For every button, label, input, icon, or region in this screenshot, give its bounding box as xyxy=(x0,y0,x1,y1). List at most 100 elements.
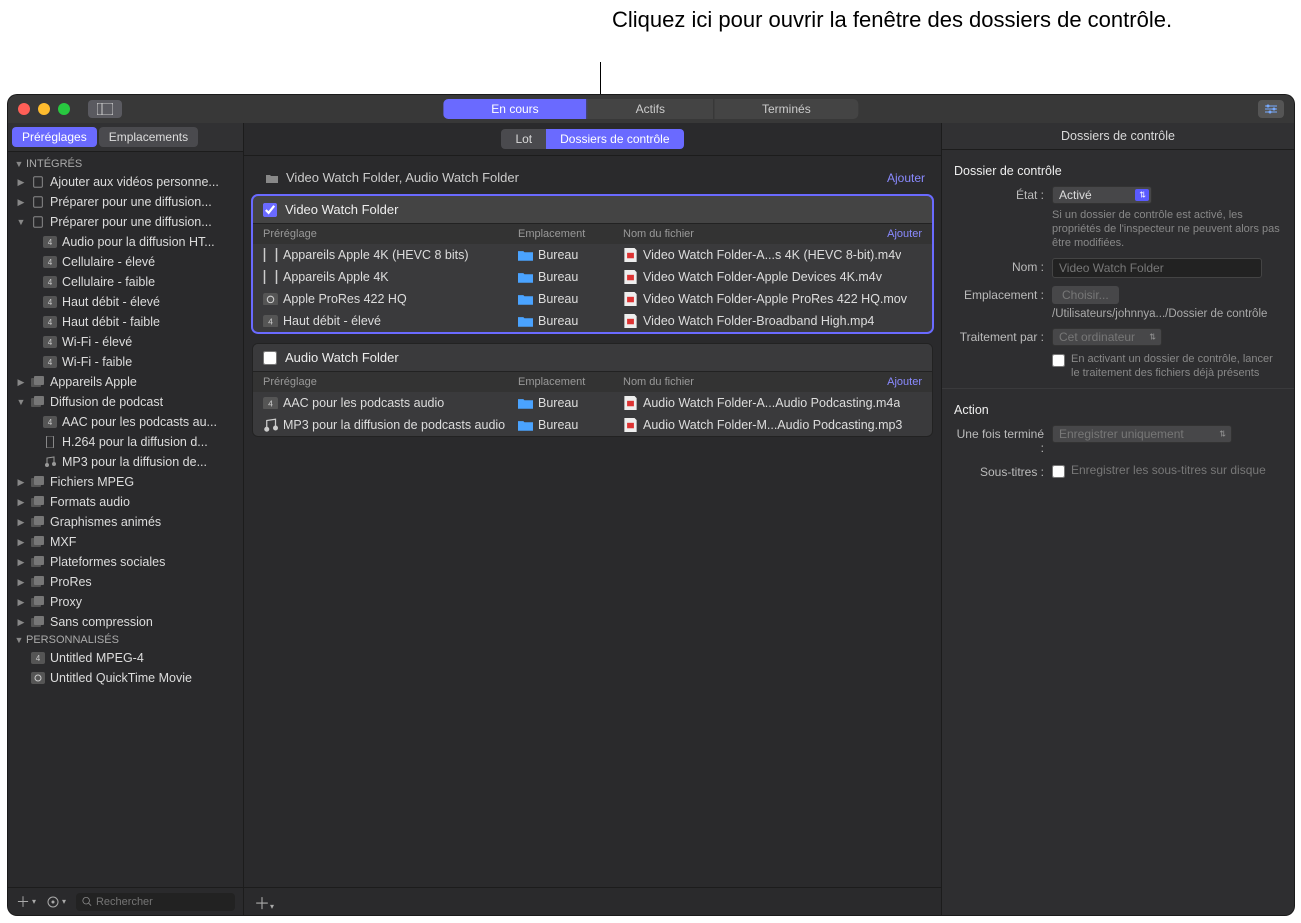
preset-row[interactable]: 4Audio pour la diffusion HT... xyxy=(8,232,243,252)
filename-cell: Audio Watch Folder-M...Audio Podcasting.… xyxy=(643,418,902,432)
close-button[interactable] xyxy=(18,103,30,115)
preset-row[interactable]: ▶Ajouter aux vidéos personne... xyxy=(8,172,243,192)
choose-button[interactable]: Choisir... xyxy=(1052,286,1119,304)
preset-label: MP3 pour la diffusion de... xyxy=(62,455,207,469)
table-row[interactable]: MP3 pour la diffusion de podcasts audioB… xyxy=(253,414,932,436)
folder-icon xyxy=(518,293,533,306)
tab-encours[interactable]: En cours xyxy=(443,99,587,119)
preset-row[interactable]: ▶Sans compression xyxy=(8,612,243,632)
preset-row[interactable]: ▶Graphismes animés xyxy=(8,512,243,532)
action-button[interactable]: ▾ xyxy=(46,895,66,909)
table-row[interactable]: Appareils Apple 4KBureauVideo Watch Fold… xyxy=(253,266,932,288)
group-icon xyxy=(30,575,46,589)
add-button[interactable]: ＋▾ xyxy=(16,892,36,912)
file-icon xyxy=(623,271,638,284)
location-cell: Bureau xyxy=(538,314,578,328)
preset-row[interactable]: 4Cellulaire - élevé xyxy=(8,252,243,272)
preset-row[interactable]: 4Untitled MPEG-4 xyxy=(8,648,243,668)
group-icon xyxy=(30,595,46,609)
tab-termines[interactable]: Terminés xyxy=(714,99,859,119)
preset-row[interactable]: ▶ProRes xyxy=(8,572,243,592)
tab-lot[interactable]: Lot xyxy=(501,129,546,149)
preset-row[interactable]: ▼Préparer pour une diffusion... xyxy=(8,212,243,232)
search-field[interactable] xyxy=(76,893,235,911)
svg-text:4: 4 xyxy=(48,298,53,307)
minimize-button[interactable] xyxy=(38,103,50,115)
sidebar-toggle-button[interactable] xyxy=(88,100,122,118)
preset-row[interactable]: ▶Fichiers MPEG xyxy=(8,472,243,492)
folder-checkbox[interactable] xyxy=(263,351,277,365)
preset-row[interactable]: ▶Formats audio xyxy=(8,492,243,512)
folder-header[interactable]: Audio Watch Folder xyxy=(253,344,932,371)
tab-presets[interactable]: Préréglages xyxy=(12,127,97,147)
nom-field[interactable]: Video Watch Folder xyxy=(1052,258,1262,278)
tab-actifs[interactable]: Actifs xyxy=(588,99,714,119)
row-add-link[interactable]: Ajouter xyxy=(887,228,922,240)
sidebar-tabs: Préréglages Emplacements xyxy=(8,123,243,152)
etat-select[interactable]: Activé⇅ xyxy=(1052,186,1152,204)
etat-value: Activé xyxy=(1059,188,1092,202)
col-preset: Préréglage xyxy=(263,228,518,240)
preset-row[interactable]: 4Wi-Fi - faible xyxy=(8,352,243,372)
table-row[interactable]: Apple ProRes 422 HQBureauVideo Watch Fol… xyxy=(253,288,932,310)
preset-row[interactable]: 4Cellulaire - faible xyxy=(8,272,243,292)
group-personnalises[interactable]: ▼PERSONNALISÉS xyxy=(8,632,243,648)
preset-row[interactable]: ▶Proxy xyxy=(8,592,243,612)
svg-text:4: 4 xyxy=(48,278,53,287)
tab-locations[interactable]: Emplacements xyxy=(99,127,198,147)
table-row[interactable]: Appareils Apple 4K (HEVC 8 bits)BureauVi… xyxy=(253,244,932,266)
col-location: Emplacement xyxy=(518,228,623,240)
group-integres[interactable]: ▼INTÉGRÉS xyxy=(8,156,243,172)
add-watch-folder-button[interactable]: ＋▾ xyxy=(254,890,274,914)
preset-row[interactable]: 4Wi-Fi - élevé xyxy=(8,332,243,352)
batch-title: Video Watch Folder, Audio Watch Folder xyxy=(286,170,887,185)
watch-folder-audio: Audio Watch Folder Préréglage Emplacemen… xyxy=(252,343,933,437)
fini-select[interactable]: Enregistrer uniquement⇅ xyxy=(1052,425,1232,443)
preset-row[interactable]: ▶MXF xyxy=(8,532,243,552)
location-cell: Bureau xyxy=(538,248,578,262)
preset-row[interactable]: MP3 pour la diffusion de... xyxy=(8,452,243,472)
preset-row[interactable]: ▶Appareils Apple xyxy=(8,372,243,392)
preset-icon xyxy=(263,293,278,306)
preset-label: Wi-Fi - élevé xyxy=(62,335,132,349)
folder-checkbox[interactable] xyxy=(263,203,277,217)
table-row[interactable]: 4Haut débit - élevéBureauVideo Watch Fol… xyxy=(253,310,932,332)
trait-checkbox[interactable] xyxy=(1052,354,1065,367)
sliders-icon xyxy=(1264,103,1278,115)
location-cell: Bureau xyxy=(538,396,578,410)
group-icon xyxy=(30,495,46,509)
preset-row[interactable]: ▼Diffusion de podcast xyxy=(8,392,243,412)
st-checkbox[interactable] xyxy=(1052,465,1065,478)
filename-cell: Video Watch Folder-A...s 4K (HEVC 8-bit)… xyxy=(643,248,901,262)
preset-row[interactable]: 4 Haut débit - faible xyxy=(8,312,243,332)
preset-row[interactable]: ▶Préparer pour une diffusion... xyxy=(8,192,243,212)
svg-text:4: 4 xyxy=(48,238,53,247)
trait-select[interactable]: Cet ordinateur⇅ xyxy=(1052,328,1162,346)
preset-cell: Appareils Apple 4K xyxy=(283,270,389,284)
fini-value: Enregistrer uniquement xyxy=(1059,427,1184,441)
row-add-link[interactable]: Ajouter xyxy=(887,376,922,388)
preset-label: Haut débit - faible xyxy=(62,315,160,329)
zoom-button[interactable] xyxy=(58,103,70,115)
file-icon xyxy=(623,315,638,328)
file-icon xyxy=(623,419,638,432)
mp4-icon: 4 xyxy=(42,235,58,249)
tab-dossiers[interactable]: Dossiers de contrôle xyxy=(546,129,683,149)
preset-row[interactable]: 4AAC pour les podcasts au... xyxy=(8,412,243,432)
filename-cell: Video Watch Folder-Apple Devices 4K.m4v xyxy=(643,270,882,284)
preset-row[interactable]: Untitled QuickTime Movie xyxy=(8,668,243,688)
search-input[interactable] xyxy=(96,896,229,908)
preset-row[interactable]: ▶Plateformes sociales xyxy=(8,552,243,572)
section-folder: Dossier de contrôle xyxy=(952,158,1284,186)
preset-label: Untitled QuickTime Movie xyxy=(50,671,192,685)
inspector-toggle-button[interactable] xyxy=(1258,100,1284,118)
preset-tree: ▼INTÉGRÉS ▶Ajouter aux vidéos personne..… xyxy=(8,152,243,887)
file-icon xyxy=(623,397,638,410)
table-row[interactable]: 4AAC pour les podcasts audioBureauAudio … xyxy=(253,392,932,414)
folder-header[interactable]: Video Watch Folder xyxy=(253,196,932,223)
batch-add-link[interactable]: Ajouter xyxy=(887,171,925,185)
preset-row[interactable]: 4Haut débit - élevé xyxy=(8,292,243,312)
preset-label: Proxy xyxy=(50,595,82,609)
preset-row[interactable]: H.264 pour la diffusion d... xyxy=(8,432,243,452)
svg-text:4: 4 xyxy=(48,318,53,327)
